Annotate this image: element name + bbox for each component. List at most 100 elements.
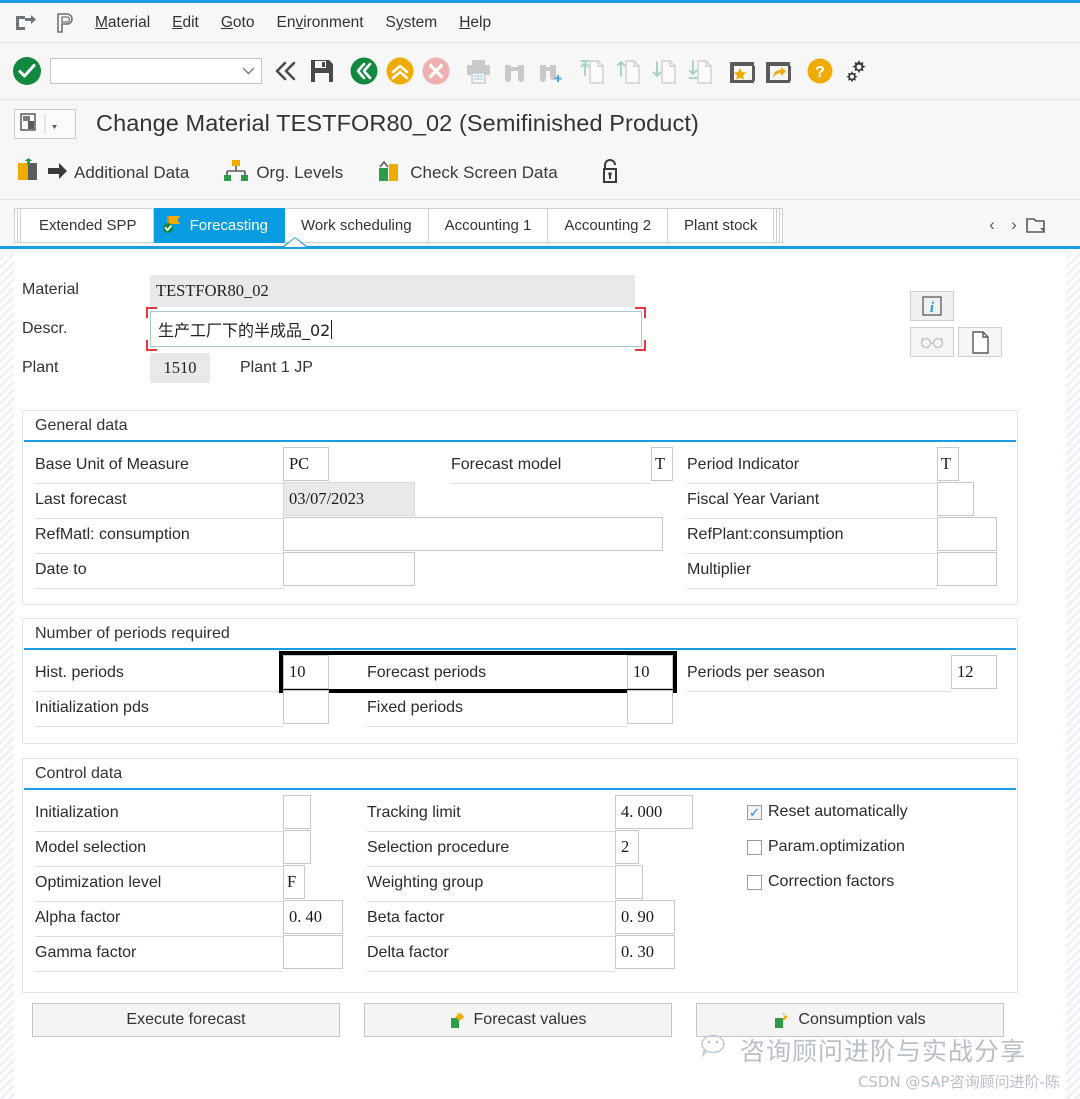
command-input[interactable]: [50, 58, 262, 84]
periods-group: Number of periods required Hist. periods…: [22, 618, 1018, 744]
tab-strip: Extended SPP Forecasting Work scheduling…: [14, 208, 784, 243]
tab-forecasting[interactable]: Forecasting: [153, 208, 285, 243]
tab-strip-grip-right[interactable]: [774, 208, 784, 243]
period-indicator-input[interactable]: T: [937, 447, 959, 481]
field-underline: [35, 518, 283, 519]
additional-data-button[interactable]: Additional Data: [10, 156, 195, 190]
alpha-factor-input[interactable]: 0. 40: [283, 900, 343, 934]
forecast-values-button[interactable]: Forecast values: [364, 1003, 672, 1037]
back-icon[interactable]: [346, 52, 382, 90]
back-double-icon[interactable]: [268, 52, 304, 90]
create-shortcut-icon[interactable]: [760, 52, 796, 90]
forecasting-tab-icon: [162, 214, 184, 238]
base-unit-label: Base Unit of Measure: [35, 456, 189, 473]
svg-text:?: ?: [815, 64, 825, 81]
group-accent-underline: [24, 788, 1016, 790]
tab-accounting-1[interactable]: Accounting 1: [428, 208, 549, 243]
refplant-consumption-input[interactable]: [937, 517, 997, 551]
lock-button[interactable]: [594, 156, 626, 190]
field-underline: [687, 588, 937, 589]
tab-strip-grip[interactable]: [14, 208, 23, 243]
long-text-button[interactable]: [958, 327, 1002, 357]
tab-list-icon[interactable]: [1026, 213, 1046, 237]
initialization-input[interactable]: [283, 795, 311, 829]
sap-logo-icon[interactable]: [50, 10, 84, 36]
optimization-level-input[interactable]: F: [283, 865, 305, 899]
periods-title: Number of periods required: [35, 625, 230, 642]
selection-procedure-input[interactable]: 2: [615, 830, 639, 864]
first-page-icon: [574, 52, 610, 90]
delta-factor-input[interactable]: 0. 30: [615, 935, 675, 969]
date-to-input[interactable]: [283, 552, 415, 586]
cancel-icon[interactable]: [418, 52, 454, 90]
menu-item-goto[interactable]: Goto: [210, 11, 266, 35]
forecast-model-input[interactable]: T: [651, 447, 673, 481]
period-indicator-label: Period Indicator: [687, 456, 800, 473]
menu-item-environment[interactable]: Environment: [265, 11, 374, 35]
menu-item-edit[interactable]: Edit: [161, 11, 210, 35]
menu-item-material[interactable]: Material: [84, 11, 161, 35]
save-icon[interactable]: [304, 52, 340, 90]
tab-label: Accounting 2: [564, 217, 652, 234]
consumption-vals-button[interactable]: Consumption vals: [696, 1003, 1004, 1037]
left-margin-stripes: [0, 253, 14, 1099]
beta-factor-input[interactable]: 0. 90: [615, 900, 675, 934]
material-field: TESTFOR80_02: [150, 275, 635, 307]
svg-text:i: i: [930, 300, 935, 316]
weighting-group-input[interactable]: [615, 865, 643, 899]
field-underline: [367, 901, 615, 902]
screen-variant-icon[interactable]: [14, 108, 76, 139]
tab-prev-button[interactable]: ‹: [982, 213, 1002, 237]
help-icon[interactable]: ?: [802, 52, 838, 90]
reset-automatically-checkbox[interactable]: ✓ Reset automatically: [747, 803, 908, 821]
descr-input[interactable]: 生产工厂下的半成品_02: [150, 311, 642, 347]
model-selection-label: Model selection: [35, 839, 147, 856]
org-levels-button[interactable]: Org. Levels: [217, 156, 349, 190]
plant-field: 1510: [150, 353, 210, 383]
fixed-periods-input[interactable]: [627, 690, 673, 724]
customize-icon[interactable]: [838, 52, 874, 90]
initialization-pds-input[interactable]: [283, 690, 329, 724]
base-unit-input[interactable]: PC: [283, 447, 329, 481]
tracking-limit-input[interactable]: 4. 000: [615, 795, 693, 829]
application-toolbar: Additional Data Org. Levels Check Screen…: [0, 147, 1080, 200]
model-selection-input[interactable]: [283, 830, 311, 864]
correction-factors-checkbox[interactable]: Correction factors: [747, 873, 894, 891]
execute-forecast-button[interactable]: Execute forecast: [32, 1003, 340, 1037]
param-optimization-checkbox[interactable]: Param.optimization: [747, 838, 905, 856]
multiplier-input[interactable]: [937, 552, 997, 586]
field-underline: [367, 866, 615, 867]
tab-extended-spp[interactable]: Extended SPP: [23, 208, 154, 243]
field-underline: [367, 971, 615, 972]
info-i-icon: i: [922, 296, 942, 316]
right-margin-stripes: [1066, 253, 1080, 1099]
menu-item-help[interactable]: Help: [448, 11, 502, 35]
tracking-limit-label: Tracking limit: [367, 804, 461, 821]
info-button[interactable]: i: [910, 291, 954, 321]
main-toolbar: ?: [0, 43, 1080, 100]
sap-gui-window: Material Edit Goto Environment System He…: [0, 0, 1080, 1099]
page-title: Change Material TESTFOR80_02 (Semifinish…: [96, 110, 699, 136]
menu-item-system[interactable]: System: [375, 11, 449, 35]
tab-active-notch: [284, 238, 306, 247]
tab-plant-stock[interactable]: Plant stock: [668, 208, 775, 243]
tab-next-button[interactable]: ›: [1004, 213, 1024, 237]
exit-icon[interactable]: [8, 10, 42, 36]
periods-per-season-input[interactable]: 12: [951, 655, 997, 689]
initialization-pds-label: Initialization pds: [35, 699, 149, 716]
enter-check-icon[interactable]: [10, 54, 44, 88]
last-page-icon: [682, 52, 718, 90]
document-page-icon: [971, 330, 989, 354]
check-screen-data-button[interactable]: Check Screen Data: [371, 156, 563, 190]
refmatl-consumption-input[interactable]: [283, 517, 663, 551]
exit-up-icon[interactable]: [382, 52, 418, 90]
fiscal-year-variant-input[interactable]: [937, 482, 974, 516]
tab-accounting-2[interactable]: Accounting 2: [548, 208, 669, 243]
initialization-label: Initialization: [35, 804, 119, 821]
chevron-down-icon: [242, 67, 255, 75]
create-favorite-icon[interactable]: [724, 52, 760, 90]
date-to-label: Date to: [35, 561, 87, 578]
gamma-factor-input[interactable]: [283, 935, 343, 969]
tab-label: Accounting 1: [444, 217, 532, 234]
additional-data-label: Additional Data: [74, 163, 190, 182]
